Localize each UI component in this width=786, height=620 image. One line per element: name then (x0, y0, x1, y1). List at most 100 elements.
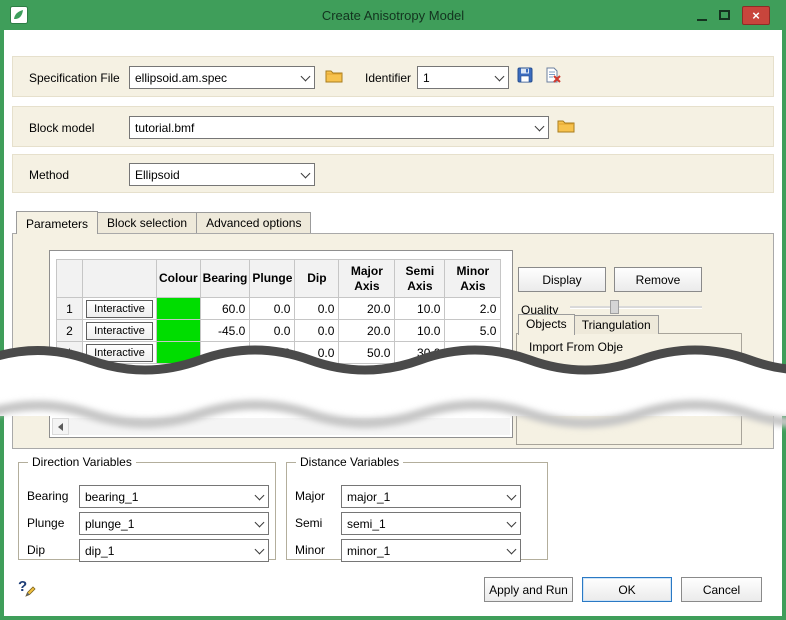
block-model-value: tutorial.bmf (130, 121, 531, 135)
bearing-variable-value: bearing_1 (80, 490, 251, 504)
block-model-select[interactable]: tutorial.bmf (129, 116, 549, 139)
plunge-header: Plunge (250, 260, 295, 298)
semi-variable-value: semi_1 (342, 517, 503, 531)
colour-swatch[interactable] (157, 320, 201, 342)
slider-thumb[interactable] (610, 300, 619, 314)
window-title: Create Anisotropy Model (0, 8, 786, 23)
row-header[interactable]: * (57, 342, 83, 364)
help-button[interactable]: ? (16, 578, 38, 598)
interactive-button[interactable]: Interactive (86, 322, 153, 340)
major-axis-cell[interactable]: 20.0 (339, 298, 395, 320)
major-axis-header: Major Axis (339, 260, 395, 298)
dip-label: Dip (27, 543, 45, 557)
major-variable-select[interactable]: major_1 (341, 485, 521, 508)
plunge-cell[interactable]: 0.0 (250, 342, 295, 364)
semi-axis-header: Semi Axis (395, 260, 445, 298)
dip-cell[interactable]: 0.0 (295, 298, 339, 320)
specification-file-label: Specification File (29, 71, 120, 85)
cancel-button[interactable]: Cancel (681, 577, 762, 602)
tab-advanced-options[interactable]: Advanced options (196, 212, 311, 233)
specification-file-select[interactable]: ellipsoid.am.spec (129, 66, 315, 89)
chevron-down-icon (251, 513, 268, 534)
parameters-table: Colour Bearing Plunge Dip Major Axis Sem… (56, 259, 501, 364)
distance-variables-title: Distance Variables (296, 455, 403, 469)
table-row: 1 Interactive 60.0 0.0 0.0 20.0 10.0 2.0 (57, 298, 501, 320)
left-arrow-icon (54, 423, 63, 431)
bearing-cell[interactable]: 0.0 (200, 342, 250, 364)
chevron-down-icon (251, 540, 268, 561)
plunge-cell[interactable]: 0.0 (250, 320, 295, 342)
import-group-title: Import From Obje (529, 340, 623, 354)
minor-label: Minor (295, 543, 325, 557)
minor-axis-cell[interactable]: 2.0 (445, 298, 501, 320)
block-model-label: Block model (29, 121, 94, 135)
major-variable-value: major_1 (342, 490, 503, 504)
delete-spec-icon (545, 67, 562, 83)
table-row: 2 Interactive -45.0 0.0 0.0 20.0 10.0 5.… (57, 320, 501, 342)
major-axis-cell[interactable]: 50.0 (339, 342, 395, 364)
minor-variable-select[interactable]: minor_1 (341, 539, 521, 562)
bearing-header: Bearing (200, 260, 250, 298)
titlebar: Create Anisotropy Model × (0, 0, 786, 30)
display-button[interactable]: Display (518, 267, 606, 292)
save-icon (517, 67, 533, 83)
dip-variable-select[interactable]: dip_1 (79, 539, 269, 562)
bearing-variable-select[interactable]: bearing_1 (79, 485, 269, 508)
row-header[interactable]: 2 (57, 320, 83, 342)
interactive-button[interactable]: Interactive (86, 344, 153, 362)
remove-button[interactable]: Remove (614, 267, 702, 292)
row-header[interactable]: 1 (57, 298, 83, 320)
horizontal-scrollbar[interactable] (52, 418, 510, 435)
parameters-tab-panel: Colour Bearing Plunge Dip Major Axis Sem… (12, 233, 774, 449)
delete-spec-button[interactable] (545, 67, 562, 86)
scroll-left-button[interactable] (52, 418, 69, 435)
colour-swatch[interactable] (157, 298, 201, 320)
apply-and-run-button[interactable]: Apply and Run (484, 577, 573, 602)
interactive-button[interactable]: Interactive (86, 300, 153, 318)
close-button[interactable]: × (742, 6, 770, 25)
maximize-button[interactable] (716, 8, 732, 22)
identifier-label: Identifier (365, 71, 411, 85)
identifier-value: 1 (418, 71, 491, 85)
browse-block-model-button[interactable] (557, 118, 575, 136)
import-from-objects-group: Import From Obje Majo (516, 333, 742, 445)
import-partial-label: Majo (529, 359, 555, 373)
dip-variable-value: dip_1 (80, 544, 251, 558)
chevron-down-icon (251, 486, 268, 507)
method-select[interactable]: Ellipsoid (129, 163, 315, 186)
chevron-down-icon (503, 486, 520, 507)
tab-block-selection[interactable]: Block selection (97, 212, 197, 233)
minor-axis-cell[interactable]: 15.0 (445, 342, 501, 364)
semi-variable-select[interactable]: semi_1 (341, 512, 521, 535)
grid-area: Colour Bearing Plunge Dip Major Axis Sem… (49, 250, 513, 438)
tab-parameters[interactable]: Parameters (16, 211, 98, 234)
semi-axis-cell[interactable]: 30.0 (395, 342, 445, 364)
semi-axis-cell[interactable]: 10.0 (395, 320, 445, 342)
save-spec-button[interactable] (517, 67, 533, 86)
method-value: Ellipsoid (130, 168, 297, 182)
minor-axis-cell[interactable]: 5.0 (445, 320, 501, 342)
distance-variables-group: Distance Variables Major major_1 Semi se… (286, 462, 548, 560)
quality-slider[interactable] (570, 299, 702, 315)
browse-spec-button[interactable] (325, 68, 343, 86)
ok-button[interactable]: OK (582, 577, 672, 602)
semi-axis-cell[interactable]: 10.0 (395, 298, 445, 320)
specification-panel: Specification File ellipsoid.am.spec Ide… (12, 56, 774, 97)
tab-objects[interactable]: Objects (518, 314, 575, 335)
create-anisotropy-model-dialog: Create Anisotropy Model × Specification … (0, 0, 786, 620)
plunge-cell[interactable]: 0.0 (250, 298, 295, 320)
tab-triangulation[interactable]: Triangulation (574, 315, 659, 334)
dip-header: Dip (295, 260, 339, 298)
bearing-cell[interactable]: -45.0 (200, 320, 250, 342)
dip-cell[interactable]: 0.0 (295, 320, 339, 342)
plunge-variable-select[interactable]: plunge_1 (79, 512, 269, 535)
colour-swatch[interactable] (157, 342, 201, 364)
colour-header: Colour (157, 260, 201, 298)
bearing-cell[interactable]: 60.0 (200, 298, 250, 320)
chevron-down-icon (503, 540, 520, 561)
identifier-select[interactable]: 1 (417, 66, 509, 89)
pencil-icon (25, 586, 36, 597)
minimize-button[interactable] (694, 8, 710, 22)
dip-cell[interactable]: 0.0 (295, 342, 339, 364)
major-axis-cell[interactable]: 20.0 (339, 320, 395, 342)
